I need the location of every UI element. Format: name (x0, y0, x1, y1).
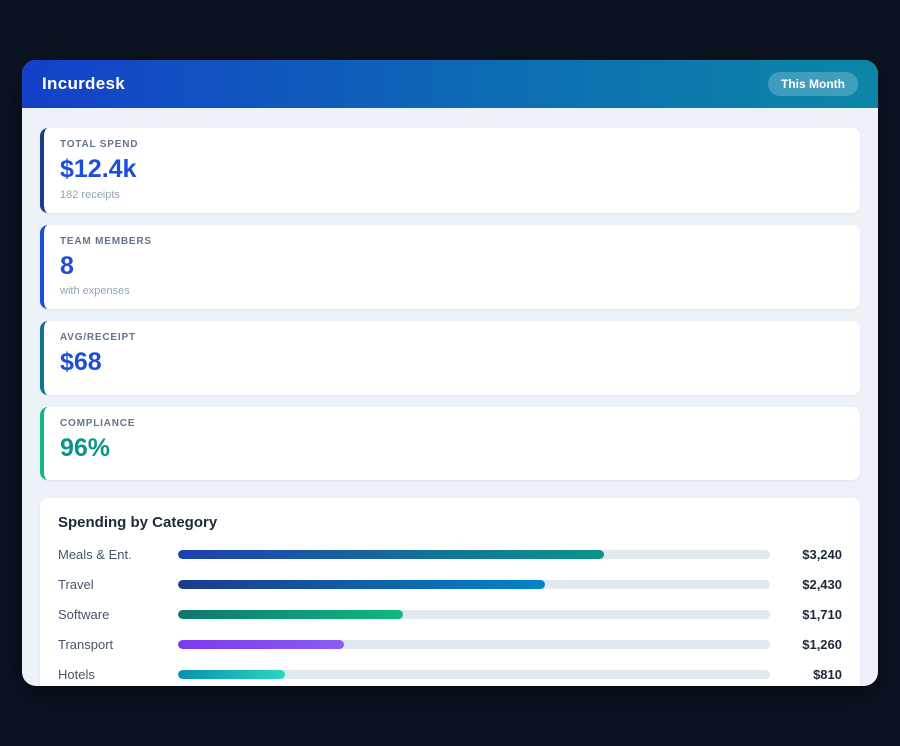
category-label: Software (58, 607, 178, 622)
stat-card-team-members: TEAM MEMBERS 8 with expenses (40, 225, 860, 310)
stat-label: COMPLIANCE (60, 418, 844, 429)
stat-value: 8 (60, 253, 844, 281)
category-label: Transport (58, 637, 178, 652)
category-bar-track (178, 670, 770, 679)
stat-value: $12.4k (60, 156, 844, 184)
stat-label: AVG/RECEIPT (60, 332, 844, 343)
category-bar-track (178, 580, 770, 589)
stat-card-compliance: COMPLIANCE 96% (40, 407, 860, 481)
app-header: Incurdesk This Month (22, 60, 878, 108)
category-bar-fill (178, 670, 285, 679)
category-bar-track (178, 610, 770, 619)
category-amount: $810 (770, 667, 842, 682)
stat-value: 96% (60, 435, 844, 463)
category-bar-fill (178, 550, 604, 559)
chart-title: Spending by Category (58, 514, 842, 531)
period-badge[interactable]: This Month (768, 72, 858, 96)
category-row-hotels: Hotels $810 (58, 667, 842, 682)
category-row-meals: Meals & Ent. $3,240 (58, 547, 842, 562)
dashboard-panel: Incurdesk This Month TOTAL SPEND $12.4k … (22, 60, 878, 686)
stat-value: $68 (60, 349, 844, 377)
category-bar-fill (178, 610, 403, 619)
category-row-transport: Transport $1,260 (58, 637, 842, 652)
category-row-software: Software $1,710 (58, 607, 842, 622)
category-amount: $1,260 (770, 637, 842, 652)
stat-card-avg-receipt: AVG/RECEIPT $68 (40, 321, 860, 395)
category-row-travel: Travel $2,430 (58, 577, 842, 592)
category-amount: $3,240 (770, 547, 842, 562)
app-title: Incurdesk (42, 74, 125, 94)
category-bar-track (178, 550, 770, 559)
stat-label: TOTAL SPEND (60, 139, 844, 150)
stat-subtext: with expenses (60, 285, 844, 297)
category-label: Meals & Ent. (58, 547, 178, 562)
category-amount: $1,710 (770, 607, 842, 622)
dashboard-content: TOTAL SPEND $12.4k 182 receipts TEAM MEM… (22, 108, 878, 686)
stat-label: TEAM MEMBERS (60, 236, 844, 247)
stat-subtext: 182 receipts (60, 189, 844, 201)
spending-by-category-card: Spending by Category Meals & Ent. $3,240… (40, 498, 860, 686)
category-amount: $2,430 (770, 577, 842, 592)
category-label: Hotels (58, 667, 178, 682)
category-label: Travel (58, 577, 178, 592)
category-bar-track (178, 640, 770, 649)
category-bar-fill (178, 580, 545, 589)
stat-card-total-spend: TOTAL SPEND $12.4k 182 receipts (40, 128, 860, 213)
category-bar-fill (178, 640, 344, 649)
